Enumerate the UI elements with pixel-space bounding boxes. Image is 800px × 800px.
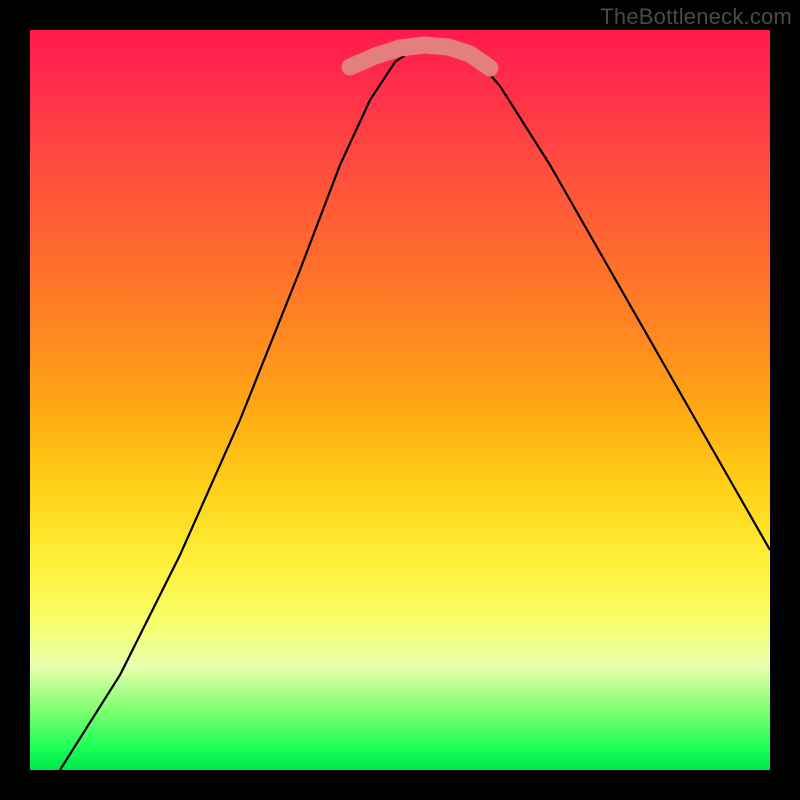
plot-area bbox=[30, 30, 770, 770]
bottleneck-curve bbox=[60, 42, 770, 770]
curve-overlay bbox=[30, 30, 770, 770]
flat-highlight-band bbox=[350, 45, 490, 68]
watermark-text: TheBottleneck.com bbox=[600, 4, 792, 30]
chart-stage: TheBottleneck.com bbox=[0, 0, 800, 800]
